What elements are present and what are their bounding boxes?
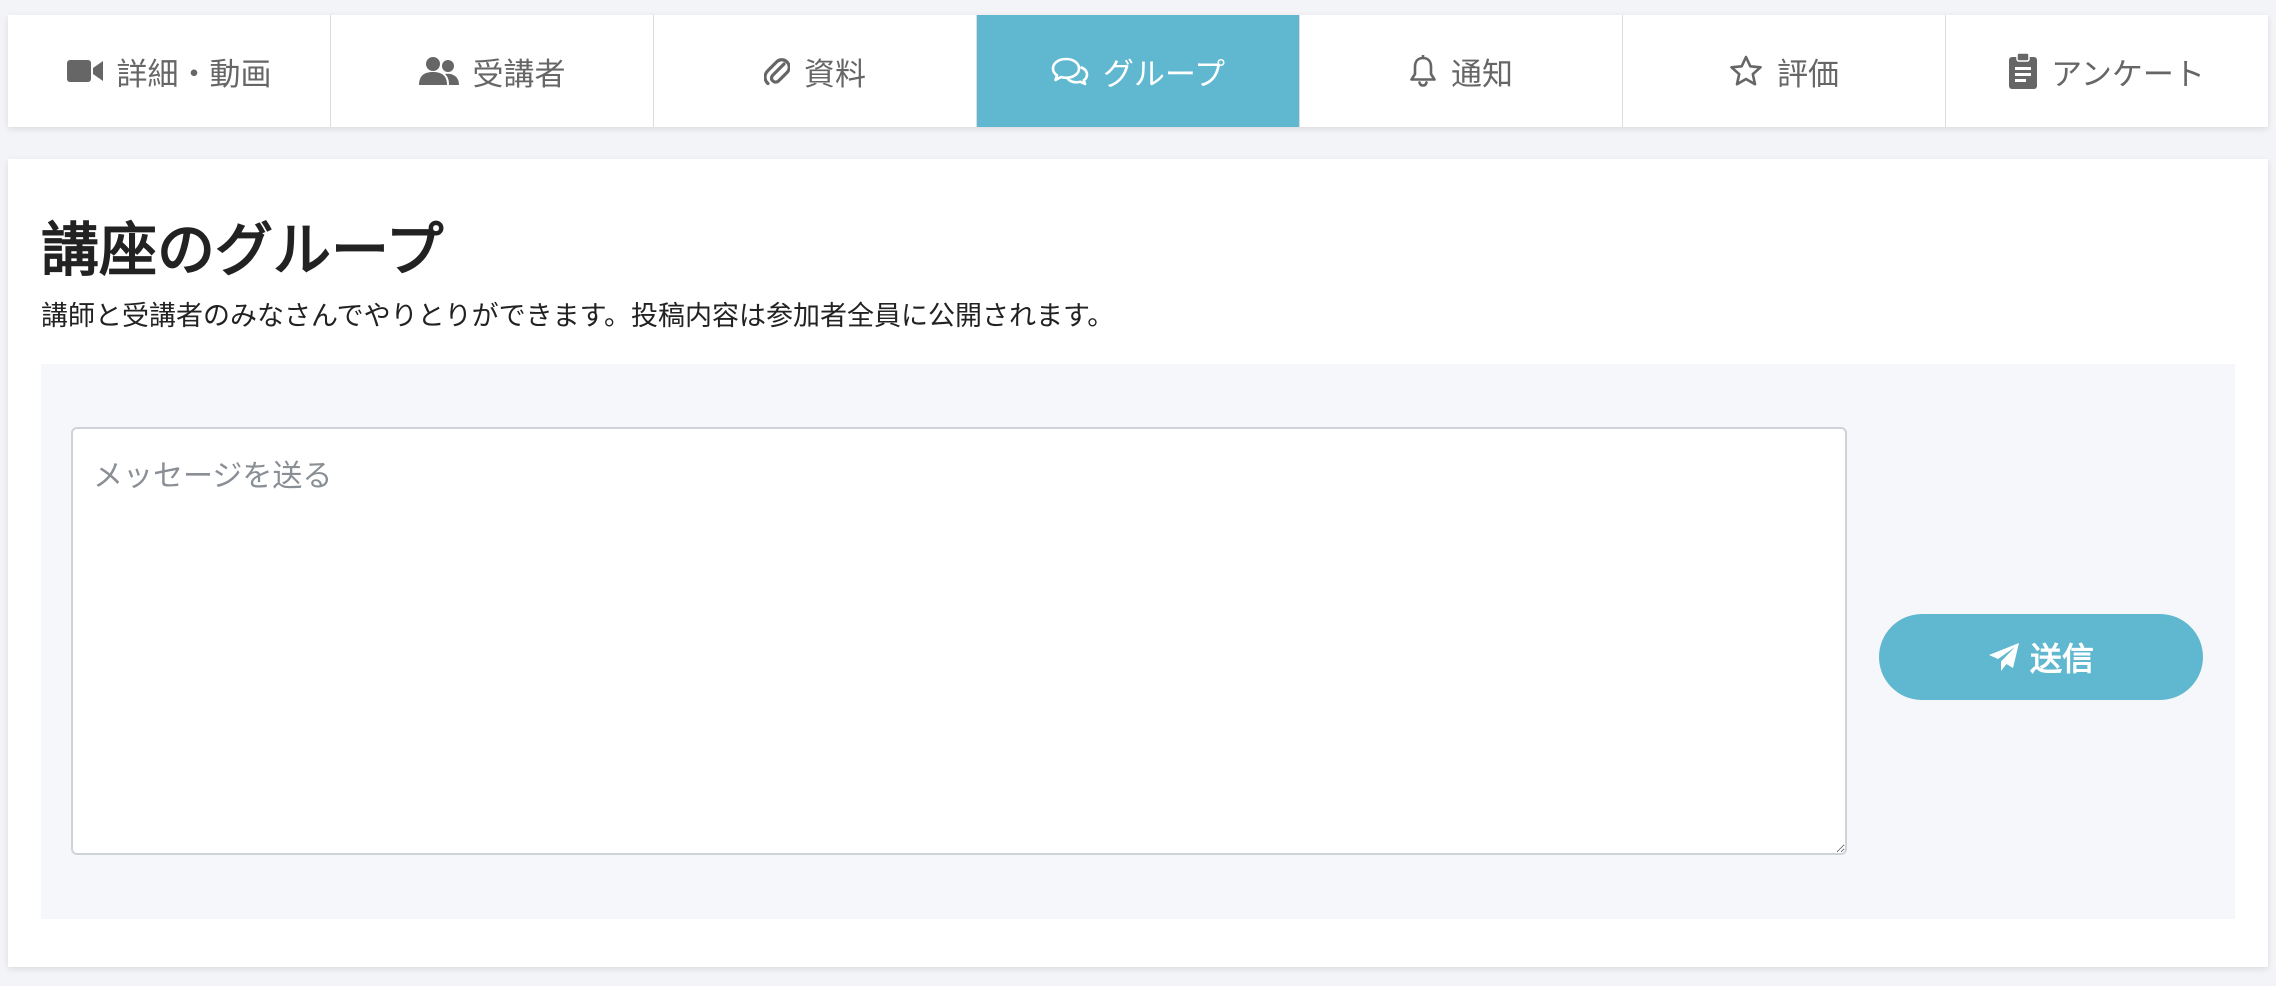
star-icon xyxy=(1729,55,1763,87)
tab-rating[interactable]: 評価 xyxy=(1623,15,1946,127)
paper-plane-icon xyxy=(1988,642,2020,672)
page-description: 講師と受講者のみなさんでやりとりができます。投稿内容は参加者全員に公開されます。 xyxy=(41,301,1115,332)
tab-students[interactable]: 受講者 xyxy=(331,15,654,127)
tab-materials[interactable]: 資料 xyxy=(654,15,977,127)
clipboard-icon xyxy=(2009,53,2038,89)
tab-label: グループ xyxy=(1102,56,1226,93)
tab-label: アンケート xyxy=(2051,56,2205,93)
tab-group[interactable]: グループ xyxy=(977,15,1300,127)
tab-label: 通知 xyxy=(1451,56,1513,93)
chat-bubbles-icon xyxy=(1051,56,1089,86)
tab-notifications[interactable]: 通知 xyxy=(1300,15,1623,127)
paperclip-icon xyxy=(764,55,790,87)
tab-label: 受講者 xyxy=(472,56,566,93)
message-compose-area: 送信 xyxy=(41,364,2235,919)
tab-details-video[interactable]: 詳細・動画 xyxy=(8,15,331,127)
send-button-label: 送信 xyxy=(2029,640,2094,678)
video-camera-icon xyxy=(66,58,103,84)
tab-label: 詳細・動画 xyxy=(116,56,272,93)
message-input[interactable] xyxy=(71,427,1847,855)
page-title: 講座のグループ xyxy=(41,216,444,284)
tab-bar: 詳細・動画 受講者 資料 グループ 通知 評価 アンケート xyxy=(8,15,2268,127)
tab-label: 評価 xyxy=(1777,56,1839,93)
tab-label: 資料 xyxy=(804,56,866,93)
tab-survey[interactable]: アンケート xyxy=(1946,15,2268,127)
bell-icon xyxy=(1409,55,1437,87)
send-button[interactable]: 送信 xyxy=(1879,614,2203,700)
group-card: 講座のグループ 講師と受講者のみなさんでやりとりができます。投稿内容は参加者全員… xyxy=(8,159,2268,967)
users-icon xyxy=(418,57,459,85)
